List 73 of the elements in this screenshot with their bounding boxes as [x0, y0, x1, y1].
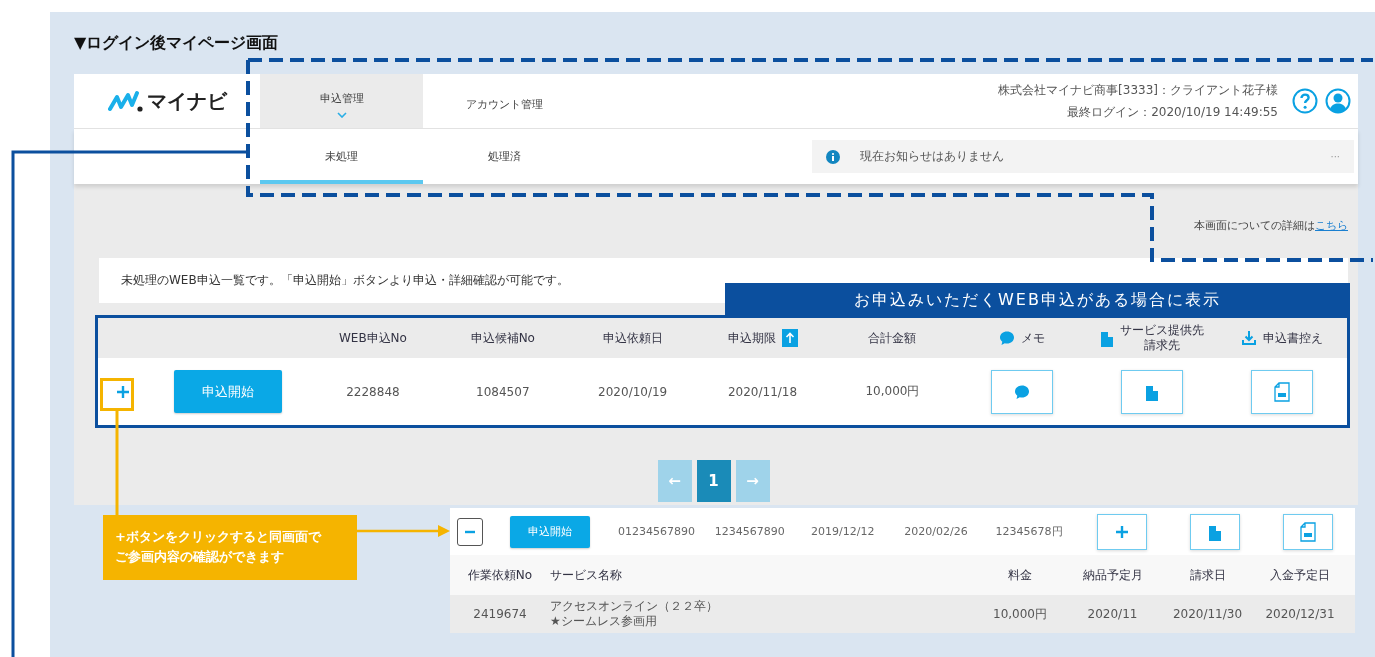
table-cell: 2419674	[473, 606, 527, 622]
info-icon	[826, 149, 840, 164]
column-header: 合計金額	[868, 330, 917, 346]
start-button[interactable]: 申込開始	[174, 370, 282, 413]
chevron-down-icon	[336, 111, 347, 118]
plus-icon	[1115, 524, 1130, 539]
sort-ascending-icon[interactable]	[781, 329, 798, 347]
column-header: サービス提供先	[1120, 323, 1205, 338]
sub-tab[interactable]: 処理済	[423, 129, 586, 184]
pdf-button[interactable]	[1283, 513, 1334, 550]
logo-mark-icon	[107, 89, 144, 113]
table-cell: 1084507	[476, 384, 530, 399]
table-cell: 2228848	[346, 384, 400, 399]
table-cell: 2020/11/18	[727, 384, 798, 399]
column-header: 入金予定日	[1269, 567, 1331, 583]
column-header: 納品予定月	[1081, 567, 1144, 583]
annotation-banner: お申込みいただくWEB申込がある場合に表示	[725, 283, 1350, 317]
table-cell: 2019/12/12	[811, 525, 875, 538]
table-cell: 2020/12/31	[1265, 606, 1335, 622]
pdf-button[interactable]	[1251, 369, 1314, 414]
column-header: WEB申込No	[338, 330, 407, 346]
chat-bubble-icon	[999, 330, 1016, 346]
table-cell: ★シームレス参画用	[550, 614, 657, 629]
last-login: 最終ログイン：2020/10/19 14:49:55	[1067, 103, 1278, 121]
section-heading: ▼ログイン後マイページ画面	[74, 32, 280, 54]
column-header: 料金	[1007, 567, 1033, 583]
billing-button[interactable]	[1190, 513, 1241, 550]
user-account-icon[interactable]	[1325, 88, 1351, 114]
plus-icon	[116, 384, 130, 399]
pdf-file-icon	[1300, 521, 1317, 542]
help-icon[interactable]	[1292, 88, 1318, 114]
column-header: 申込期限	[727, 330, 776, 346]
nav-tab[interactable]: アカウント管理	[423, 74, 586, 128]
billing-button[interactable]	[1121, 369, 1184, 414]
column-header: 申込候補No	[470, 330, 535, 346]
intro-text: 未処理のWEB申込一覧です。「申込開始」ボタンより申込・詳細確認が可能です。	[121, 272, 569, 289]
table-cell: 2020/11/30	[1172, 606, 1243, 622]
detail-note: 本画面についての詳細はこちら	[1194, 219, 1348, 232]
add-button[interactable]	[1097, 513, 1148, 550]
table-cell: 2020/11	[1087, 606, 1138, 622]
callout-text: +ボタンをクリックすると同画面で	[115, 528, 321, 546]
table-cell: 2020/02/26	[904, 525, 968, 538]
table-cell: 10,000円	[993, 606, 1047, 622]
memo-button[interactable]	[991, 369, 1054, 414]
page-button[interactable]: 1	[696, 460, 731, 502]
expand-toggle[interactable]	[457, 517, 483, 546]
detail-link[interactable]: こちら	[1315, 219, 1348, 232]
column-header: 申込依頼日	[602, 330, 663, 346]
download-icon	[1241, 330, 1258, 346]
nav-tab[interactable]: 申込管理	[260, 74, 423, 128]
column-header: メモ	[1021, 330, 1046, 346]
building-icon	[1100, 329, 1115, 347]
column-header: 申込書控え	[1263, 330, 1324, 346]
callout-text: ご参画内容の確認ができます	[115, 548, 284, 566]
sub-tab[interactable]: 未処理	[260, 129, 423, 184]
table-cell: 2020/10/19	[598, 384, 668, 399]
column-header: 作業依頼No	[466, 567, 534, 583]
column-header: 請求先	[1144, 338, 1181, 353]
column-header: 請求日	[1188, 567, 1227, 583]
table-cell: 01234567890	[618, 525, 696, 538]
chat-bubble-icon	[1014, 383, 1031, 400]
more-link[interactable]: ···	[1330, 151, 1340, 162]
table-cell: 1234567890	[714, 525, 785, 538]
pdf-file-icon	[1274, 381, 1291, 402]
table-cell: アクセスオンライン（２２卒）	[550, 599, 718, 614]
start-button[interactable]: 申込開始	[510, 515, 590, 548]
table-cell: 12345678円	[995, 524, 1063, 539]
minus-icon	[464, 529, 476, 534]
logo-text: マイナビ	[146, 87, 227, 115]
column-header: サービス名称	[550, 567, 623, 583]
table-cell: 10,000円	[865, 383, 920, 400]
user-name: 株式会社マイナビ商事[3333]：クライアント花子様	[998, 81, 1278, 99]
notice-text: 現在お知らせはありません	[860, 148, 1005, 165]
